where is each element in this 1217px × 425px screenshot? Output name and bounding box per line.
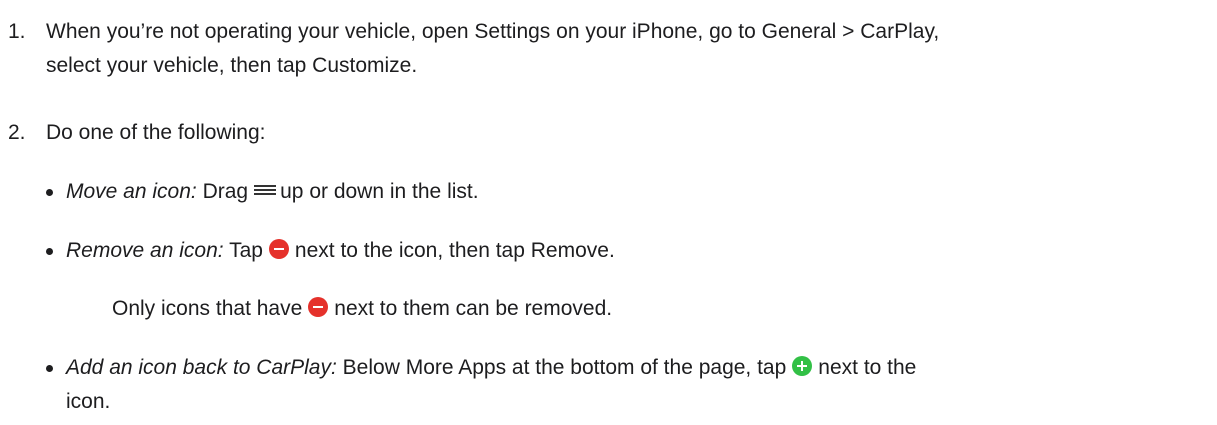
remove-note: Only icons that have next to them can be … [112,292,1202,326]
bullet-text: up or down in the list. [280,180,479,203]
instructions-document: 1. When you’re not operating your vehicl… [0,0,1217,425]
bullet-text: Below More Apps at the bottom of the pag… [342,356,787,379]
step-text-line: When you’re not operating your vehicle, … [46,20,940,43]
bullet-label: Remove an icon: [66,239,224,262]
bullet-content: Move an icon: Drag up or down in the list… [0,175,479,209]
bullet-text: next to the icon, then tap Remove. [294,239,615,262]
bullet-text: Tap [229,239,263,262]
bullet-label: Add an icon back to CarPlay: [66,356,337,379]
add-circle-icon [792,356,813,377]
bullet-label: Move an icon: [66,180,197,203]
bullet-content: Remove an icon: Tap next to the icon, the… [0,234,615,268]
note-text: Only icons that have [112,297,303,320]
reorder-icon [254,183,277,197]
step-number: 2. [8,121,26,144]
bullet-text: icon. [66,390,111,413]
step-text: Do one of the following: [46,121,266,144]
step-number: 1. [8,20,26,43]
step-1: 1. When you’re not operating your vehicl… [0,15,1200,83]
step-text: When you’re not operating your vehicle, … [46,15,1200,83]
bullet-content: Add an icon back to CarPlay: Below More … [0,351,916,419]
step-2: 2. Do one of the following: [0,116,1200,150]
step-text-line: select your vehicle, then tap Customize. [46,54,418,77]
remove-circle-icon [268,239,289,260]
bullet-text: Drag [202,180,249,203]
bullet-text: next to the [818,356,917,379]
remove-circle-icon [308,297,329,318]
note-text: next to them can be removed. [334,297,613,320]
